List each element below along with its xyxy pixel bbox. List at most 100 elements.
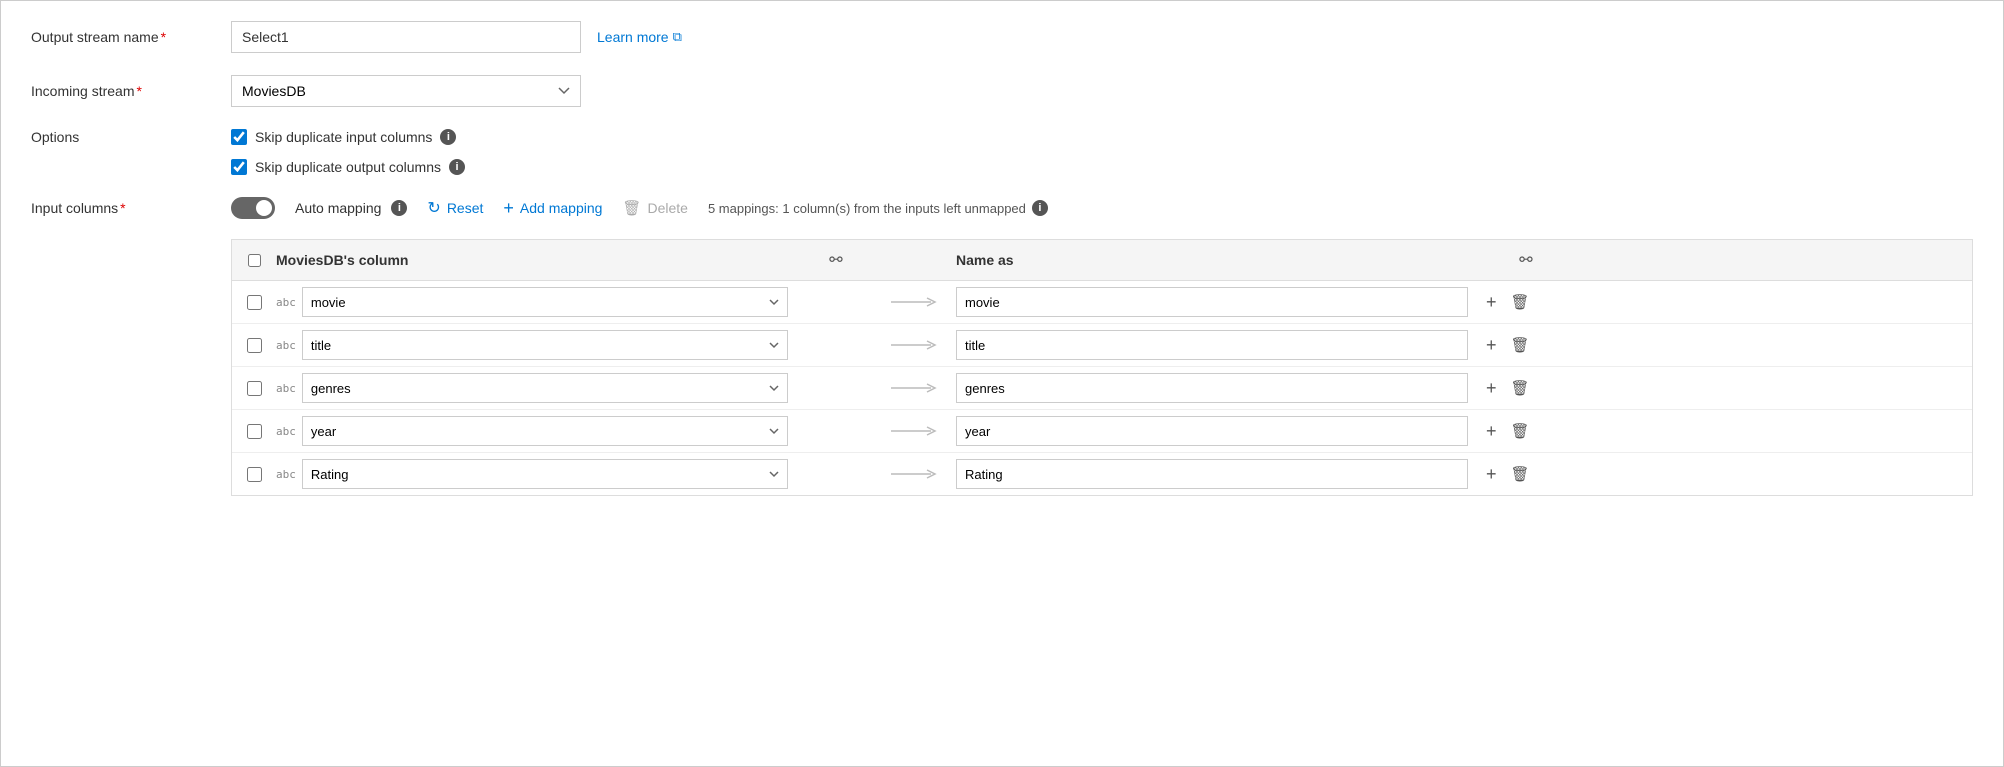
- arrow-col-5: [876, 465, 956, 483]
- name-as-cell-5: [956, 459, 1476, 489]
- delete-icon: 🗑: [622, 199, 641, 217]
- source-column-cell-2: abc title: [276, 330, 796, 360]
- row-checkbox-input-3[interactable]: [247, 381, 262, 396]
- type-badge-2: abc: [276, 339, 296, 352]
- row-actions-2: + 🗑: [1476, 333, 1576, 358]
- arrow-col-1: [876, 293, 956, 311]
- output-stream-label: Output stream name*: [31, 29, 231, 45]
- type-badge-4: abc: [276, 425, 296, 438]
- table-row: abc title + 🗑: [232, 324, 1972, 367]
- row-checkbox-1: [232, 295, 276, 310]
- row-actions-1: + 🗑: [1476, 290, 1576, 315]
- name-as-input-1[interactable]: [956, 287, 1468, 317]
- skip-duplicate-input-checkbox[interactable]: [231, 129, 247, 145]
- row-checkbox-2: [232, 338, 276, 353]
- row-checkbox-3: [232, 381, 276, 396]
- source-column-cell-3: abc genres: [276, 373, 796, 403]
- source-select-5[interactable]: Rating: [302, 459, 788, 489]
- source-select-3[interactable]: genres: [302, 373, 788, 403]
- auto-mapping-info-icon: i: [391, 200, 407, 216]
- name-as-filter-icon[interactable]: ⚯: [1519, 250, 1532, 270]
- row-checkbox-4: [232, 424, 276, 439]
- learn-more-link[interactable]: Learn more ⧉: [597, 29, 682, 45]
- mapping-toolbar: Auto mapping i ↻ Reset + Add mapping 🗑 D…: [231, 197, 1048, 219]
- name-as-filter-col: ⚯: [1476, 250, 1576, 270]
- name-as-input-2[interactable]: [956, 330, 1468, 360]
- options-label: Options: [31, 129, 231, 145]
- name-as-cell-4: [956, 416, 1476, 446]
- delete-row-button-3[interactable]: 🗑: [1509, 377, 1532, 399]
- incoming-stream-label: Incoming stream*: [31, 83, 231, 99]
- add-row-button-5[interactable]: +: [1484, 462, 1499, 487]
- source-select-4[interactable]: year: [302, 416, 788, 446]
- source-column-cell-1: abc movie: [276, 287, 796, 317]
- row-checkbox-input-1[interactable]: [247, 295, 262, 310]
- select-all-checkbox[interactable]: [248, 254, 261, 267]
- row-checkbox-input-4[interactable]: [247, 424, 262, 439]
- mapping-status-info-icon: i: [1032, 200, 1048, 216]
- arrow-icon-5: [891, 465, 941, 483]
- source-column-cell-4: abc year: [276, 416, 796, 446]
- skip-input-info-icon: i: [440, 129, 456, 145]
- mapping-status: 5 mappings: 1 column(s) from the inputs …: [708, 200, 1048, 216]
- auto-mapping-toggle[interactable]: [231, 197, 275, 219]
- learn-more-text: Learn more: [597, 29, 669, 45]
- add-mapping-label: Add mapping: [520, 200, 603, 216]
- name-as-input-5[interactable]: [956, 459, 1468, 489]
- delete-row-button-1[interactable]: 🗑: [1509, 291, 1532, 313]
- required-star: *: [161, 29, 166, 45]
- delete-label: Delete: [647, 200, 687, 216]
- required-star-2: *: [136, 83, 141, 99]
- table-row: abc genres + 🗑: [232, 367, 1972, 410]
- table-row: abc movie + 🗑: [232, 281, 1972, 324]
- delete-button[interactable]: 🗑 Delete: [622, 199, 688, 217]
- delete-row-button-5[interactable]: 🗑: [1509, 463, 1532, 485]
- source-filter-icon[interactable]: ⚯: [829, 250, 842, 270]
- table-rows-container: abc movie + 🗑 abc: [232, 281, 1972, 495]
- add-row-button-3[interactable]: +: [1484, 376, 1499, 401]
- row-checkbox-input-2[interactable]: [247, 338, 262, 353]
- add-row-button-2[interactable]: +: [1484, 333, 1499, 358]
- row-actions-5: + 🗑: [1476, 462, 1576, 487]
- skip-duplicate-input-label: Skip duplicate input columns: [255, 129, 432, 145]
- arrow-icon-3: [891, 379, 941, 397]
- arrow-icon-2: [891, 336, 941, 354]
- name-as-input-3[interactable]: [956, 373, 1468, 403]
- row-actions-4: + 🗑: [1476, 419, 1576, 444]
- source-col-header: MoviesDB's column: [276, 252, 796, 268]
- type-badge-5: abc: [276, 468, 296, 481]
- auto-mapping-label: Auto mapping i: [295, 200, 407, 216]
- row-checkbox-input-5[interactable]: [247, 467, 262, 482]
- add-row-button-4[interactable]: +: [1484, 419, 1499, 444]
- arrow-col-4: [876, 422, 956, 440]
- incoming-stream-select[interactable]: MoviesDB: [231, 75, 581, 107]
- row-checkbox-5: [232, 467, 276, 482]
- mapping-table: MoviesDB's column ⚯ Name as ⚯: [231, 239, 1973, 496]
- mapping-status-text: 5 mappings: 1 column(s) from the inputs …: [708, 201, 1026, 216]
- external-link-icon: ⧉: [673, 29, 682, 45]
- table-row: abc Rating + 🗑: [232, 453, 1972, 495]
- skip-duplicate-output-checkbox[interactable]: [231, 159, 247, 175]
- row-actions-3: + 🗑: [1476, 376, 1576, 401]
- add-mapping-button[interactable]: + Add mapping: [503, 198, 602, 219]
- arrow-icon-4: [891, 422, 941, 440]
- arrow-col-3: [876, 379, 956, 397]
- required-star-3: *: [120, 200, 125, 216]
- add-row-button-1[interactable]: +: [1484, 290, 1499, 315]
- reset-button[interactable]: ↻ Reset: [427, 198, 483, 218]
- name-as-col-header: Name as: [956, 252, 1476, 268]
- input-columns-label: Input columns*: [31, 200, 231, 216]
- skip-output-info-icon: i: [449, 159, 465, 175]
- source-filter-col: ⚯: [796, 250, 876, 270]
- delete-row-button-4[interactable]: 🗑: [1509, 420, 1532, 442]
- skip-duplicate-output-label: Skip duplicate output columns: [255, 159, 441, 175]
- source-select-2[interactable]: title: [302, 330, 788, 360]
- name-as-input-4[interactable]: [956, 416, 1468, 446]
- delete-row-button-2[interactable]: 🗑: [1509, 334, 1532, 356]
- source-select-1[interactable]: movie: [302, 287, 788, 317]
- reset-icon: ↻: [427, 198, 440, 218]
- output-stream-input[interactable]: [231, 21, 581, 53]
- add-mapping-icon: +: [503, 198, 514, 219]
- header-checkbox-col: [232, 254, 276, 267]
- name-as-cell-1: [956, 287, 1476, 317]
